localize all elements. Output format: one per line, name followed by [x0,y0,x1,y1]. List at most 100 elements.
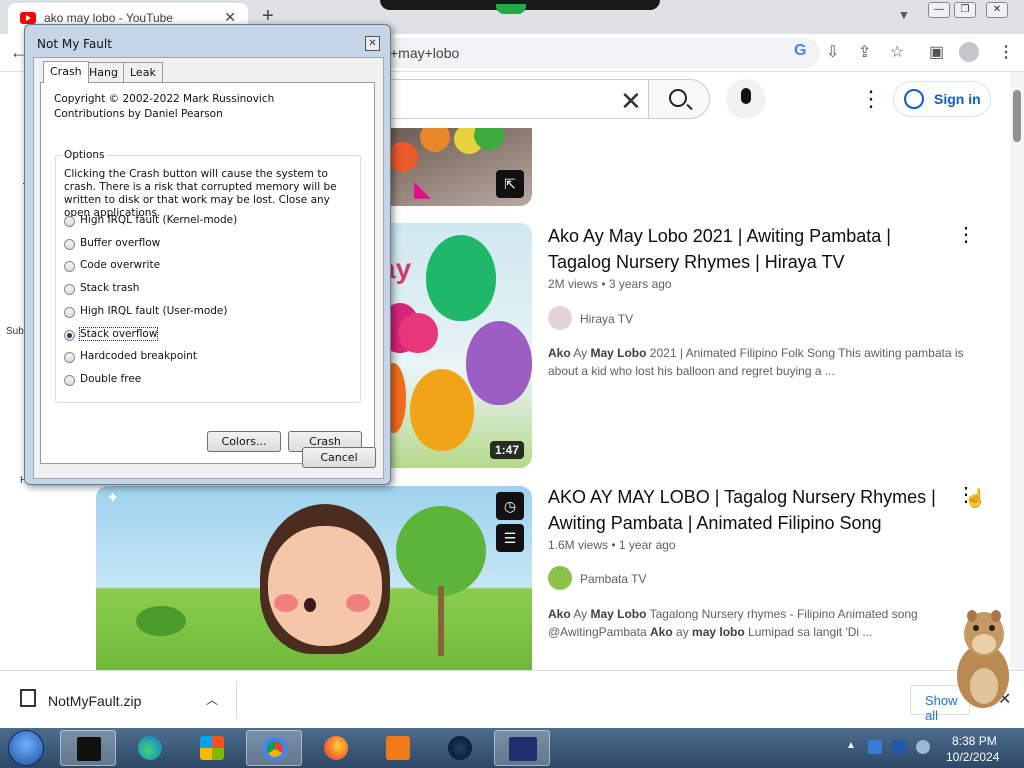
cartoon-face-shape [268,526,382,646]
voice-search-button[interactable] [726,79,766,119]
app-orb-icon [448,736,472,760]
channel-name[interactable]: Pambata TV [580,572,646,586]
google-lens-icon[interactable]: G [794,42,806,60]
dialog-close-icon[interactable]: ✕ [365,36,380,51]
options-legend: Options [62,149,107,161]
tab-leak[interactable]: Leak [123,62,163,82]
settings-more-icon[interactable]: ⋮ [860,86,882,112]
download-filename[interactable]: NotMyFault.zip [48,693,141,709]
divider [236,681,237,719]
video-options-icon[interactable]: ⋮ [956,222,976,247]
balloon-shape [398,313,438,353]
sign-in-label: Sign in [934,91,981,107]
radio-button[interactable] [64,375,75,386]
bush-shape [136,606,186,636]
radio-button[interactable] [64,261,75,272]
radio-label: Code overwrite [80,259,161,271]
balloon-shape [410,369,474,451]
options-group: Options Clicking the Crash button will c… [55,149,361,403]
account-icon [904,89,924,109]
taskbar-edge[interactable] [122,730,178,766]
mouth-shape [304,598,316,612]
download-bar: NotMyFault.zip ︿ Show all ✕ [0,670,1024,728]
youtube-search-input[interactable] [360,79,650,119]
video-description: Ako Ay May Lobo Tagalong Nursery rhymes … [548,607,918,639]
install-app-icon[interactable]: ⇩ [826,42,839,62]
video-thumbnail[interactable]: ✦ [96,486,532,670]
side-panel-icon[interactable]: ▣ [929,42,944,62]
radio-button[interactable] [64,239,75,250]
channel-avatar[interactable] [548,306,572,330]
contributors-text: Contributions by Daniel Pearson [54,108,223,120]
video-description: Ako Ay May Lobo 2021 | Animated Filipino… [548,346,964,378]
cancel-button[interactable]: Cancel [302,447,376,468]
tray-app-icon[interactable] [868,740,882,754]
tab-crash[interactable]: Crash [43,61,89,83]
tray-monitor-icon[interactable] [892,740,906,754]
external-link-icon[interactable]: ⇱ [496,170,524,198]
radio-button-selected[interactable] [64,330,75,341]
radio-label: Buffer overflow [80,237,161,249]
taskbar-firefox[interactable] [308,730,364,766]
chrome-icon [263,737,287,761]
show-hidden-icons-icon[interactable]: ▲ [846,740,856,751]
windows-taskbar: ▲ 8:38 PM 10/2/2024 [0,728,1024,768]
watch-later-icon[interactable]: ◷ [496,492,524,520]
radio-label: Stack overflow [78,327,159,341]
window-thumbnail-icon [509,737,537,761]
taskbar-app[interactable] [432,730,488,766]
taskbar-chrome[interactable] [246,730,302,766]
candy-shape [420,128,450,152]
radio-button[interactable] [64,352,75,363]
taskbar-window[interactable] [494,730,550,766]
balloon-shape [466,321,532,405]
page-scrollbar[interactable] [1010,72,1024,670]
url-text: +may+lobo [390,45,460,61]
search-clear-icon[interactable]: ✕ [620,86,642,117]
video-title[interactable]: AKO AY MAY LOBO | Tagalog Nursery Rhymes… [548,484,938,536]
share-page-icon[interactable]: ⇪ [858,42,871,62]
balloon-shape [426,235,496,321]
media-player-icon [386,736,410,760]
taskbar-store[interactable] [184,730,240,766]
microphone-icon [741,88,751,104]
radio-button[interactable] [64,216,75,227]
video-title[interactable]: Ako Ay May Lobo 2021 | Awiting Pambata |… [548,223,938,275]
channel-name[interactable]: Hiraya TV [580,312,633,326]
scrollbar-thumb[interactable] [1013,90,1021,142]
hamster-desktop-pet[interactable] [948,606,1018,710]
start-button[interactable] [8,730,44,766]
minimize-button[interactable]: — [928,2,950,18]
colors-button[interactable]: Colors... [207,431,281,452]
dialog-title: Not My Fault [37,37,112,51]
cheek-shape [346,594,370,612]
chrome-menu-icon[interactable]: ⋮ [998,42,1014,62]
webcam-led [496,4,526,14]
candy-shape [388,142,418,172]
channel-avatar[interactable] [548,566,572,590]
youtube-search-button[interactable] [648,79,710,119]
clock-date[interactable]: 10/2/2024 [946,750,999,764]
profile-avatar-icon[interactable] [959,42,979,62]
window-close-button[interactable]: ✕ [986,2,1008,18]
cheek-shape [274,594,298,612]
sign-in-button[interactable]: Sign in [893,81,991,117]
taskbar-notmyfault[interactable] [60,730,116,766]
restore-button[interactable]: ❐ [954,2,976,18]
video-thumbnail[interactable]: ay 1:47 [380,223,532,468]
dialog-body: Crash Hang Leak Copyright © 2002-2022 Ma… [33,57,384,479]
sparkle-icon: ✦ [106,490,120,507]
edge-icon [138,736,162,760]
bookmark-star-icon[interactable]: ☆ [890,42,904,62]
radio-button[interactable] [64,307,75,318]
tab-search-chevron-icon[interactable]: ▼ [898,8,910,22]
radio-button[interactable] [64,284,75,295]
download-options-chevron-icon[interactable]: ︿ [206,691,218,708]
tree-crown-shape [396,506,486,596]
search-icon [669,89,687,107]
store-icon [200,736,224,760]
volume-icon[interactable] [916,740,930,754]
taskbar-media-player[interactable] [370,730,426,766]
add-to-queue-icon[interactable]: ☰ [496,524,524,552]
clock-time[interactable]: 8:38 PM [952,734,997,748]
